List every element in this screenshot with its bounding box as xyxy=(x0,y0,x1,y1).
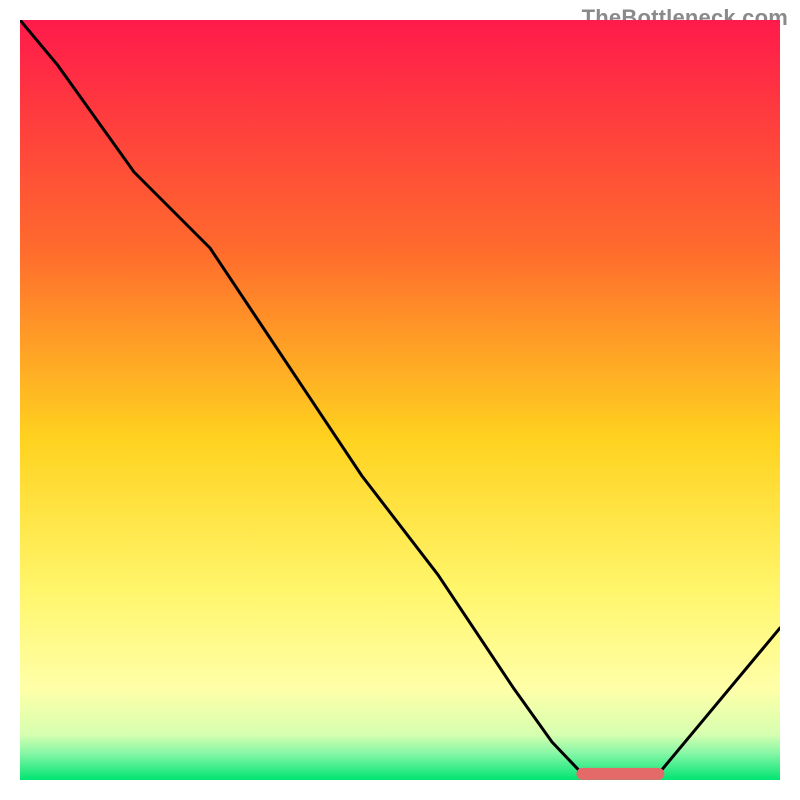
gradient-background xyxy=(20,20,780,780)
chart-svg xyxy=(20,20,780,780)
plot-area xyxy=(20,20,780,780)
bottleneck-chart: TheBottleneck.com xyxy=(0,0,800,800)
